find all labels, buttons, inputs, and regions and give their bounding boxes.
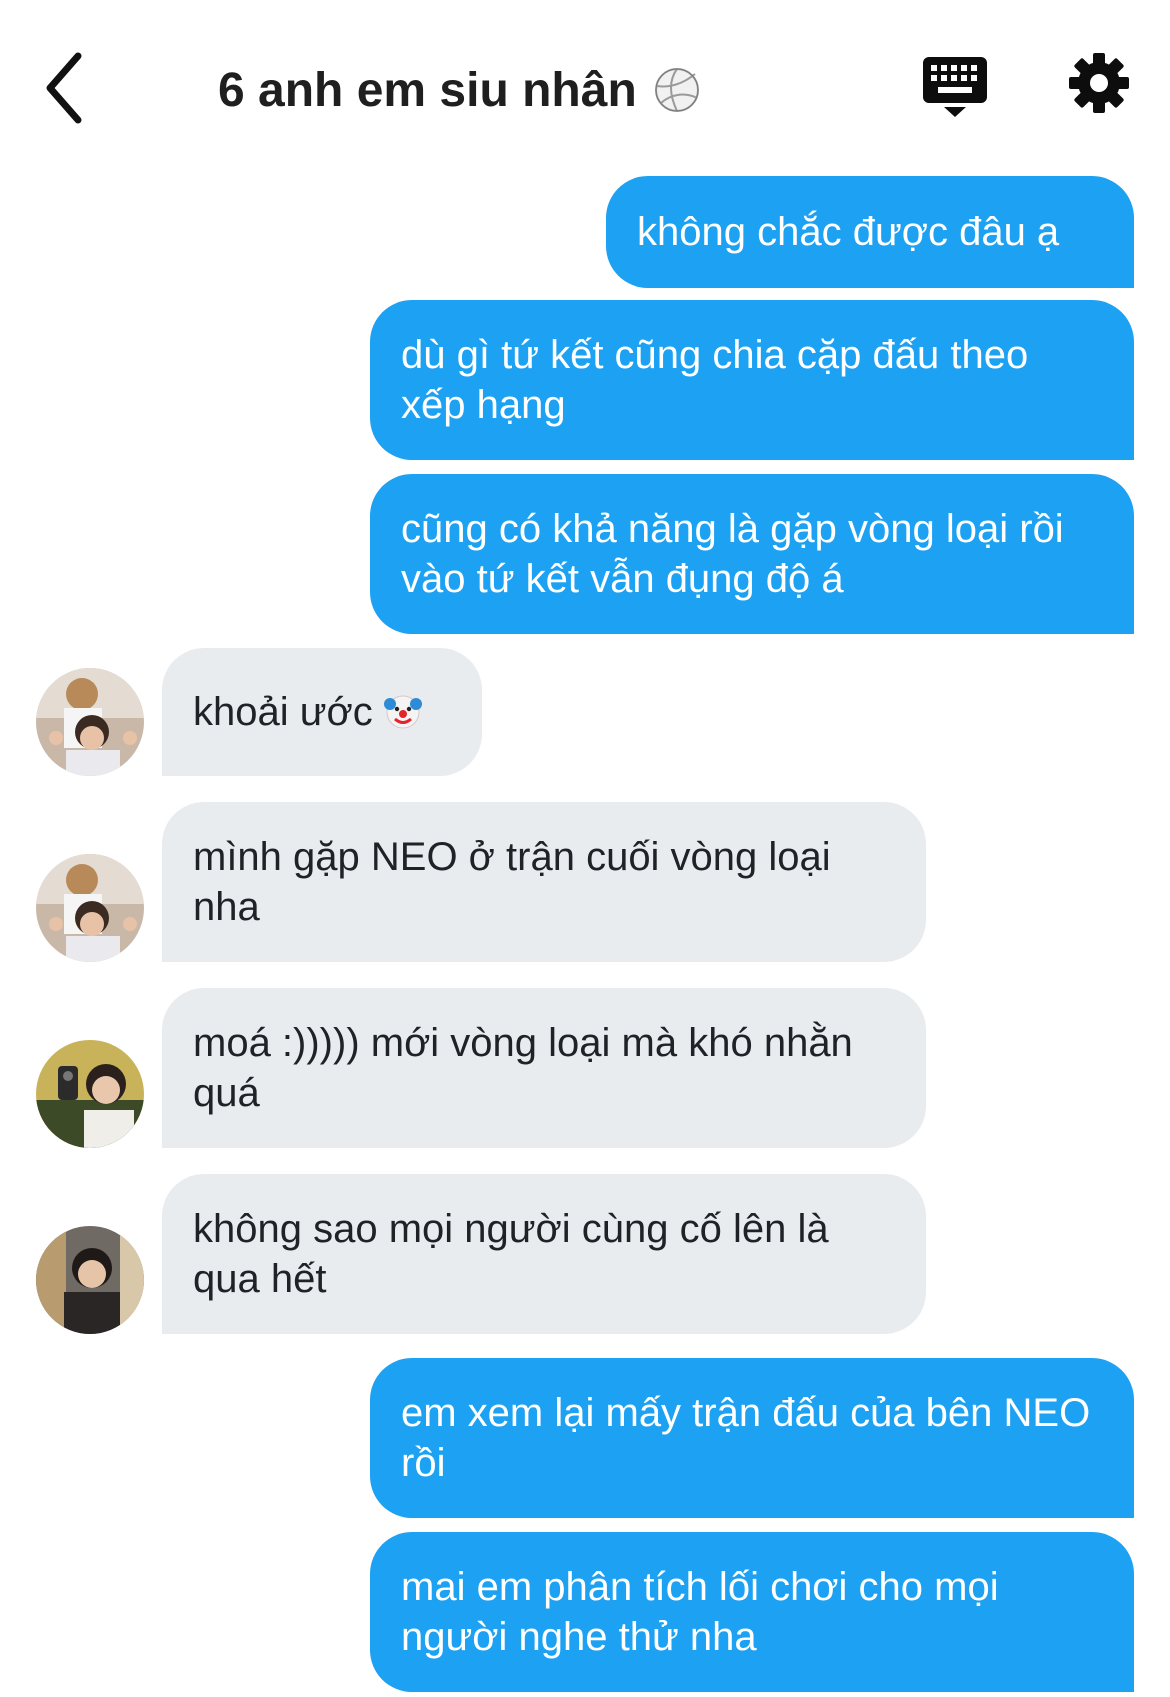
message-text: mình gặp NEO ở trận cuối vòng loại nha <box>193 835 831 929</box>
message-outgoing[interactable]: cũng có khả năng là gặp vòng loại rồi và… <box>370 474 1134 634</box>
message-outgoing[interactable]: dù gì tứ kết cũng chia cặp đấu theo xếp … <box>370 300 1134 460</box>
gear-icon[interactable] <box>1068 52 1130 114</box>
message-incoming[interactable]: mình gặp NEO ở trận cuối vòng loại nha <box>162 802 926 962</box>
clown-face-icon <box>383 695 422 729</box>
avatar[interactable] <box>36 1040 144 1148</box>
volleyball-icon <box>654 68 699 112</box>
message-incoming[interactable]: khoải ước <box>162 648 482 776</box>
message-text-content: khoải ước <box>193 690 373 734</box>
chat-title-wrap[interactable]: 6 anh em siu nhân <box>218 55 701 125</box>
chevron-left-icon[interactable] <box>40 48 90 128</box>
message-text: moá :))))) mới vòng loại mà khó nhằn quá <box>193 1021 853 1115</box>
keyboard-icon[interactable] <box>922 55 988 119</box>
message-text: dù gì tứ kết cũng chia cặp đấu theo xếp … <box>401 333 1029 427</box>
message-text: không sao mọi người cùng cố lên là qua h… <box>193 1207 829 1301</box>
message-text: khoải ước <box>193 687 423 737</box>
avatar[interactable] <box>36 1226 144 1334</box>
message-incoming[interactable]: không sao mọi người cùng cố lên là qua h… <box>162 1174 926 1334</box>
message-outgoing[interactable]: em xem lại mấy trận đấu của bên NEO rồi <box>370 1358 1134 1518</box>
message-text: em xem lại mấy trận đấu của bên NEO rồi <box>401 1391 1091 1485</box>
message-outgoing[interactable]: không chắc được đâu ạ <box>606 176 1134 288</box>
message-outgoing[interactable]: mai em phân tích lối chơi cho mọi người … <box>370 1532 1134 1692</box>
chat-header: 6 anh em siu nhân <box>0 0 1170 150</box>
avatar[interactable] <box>36 854 144 962</box>
message-text: mai em phân tích lối chơi cho mọi người … <box>401 1565 999 1659</box>
message-incoming[interactable]: moá :))))) mới vòng loại mà khó nhằn quá <box>162 988 926 1148</box>
message-text: không chắc được đâu ạ <box>637 210 1060 254</box>
chat-title: 6 anh em siu nhân <box>218 63 637 117</box>
message-text: cũng có khả năng là gặp vòng loại rồi và… <box>401 507 1064 601</box>
avatar[interactable] <box>36 668 144 776</box>
